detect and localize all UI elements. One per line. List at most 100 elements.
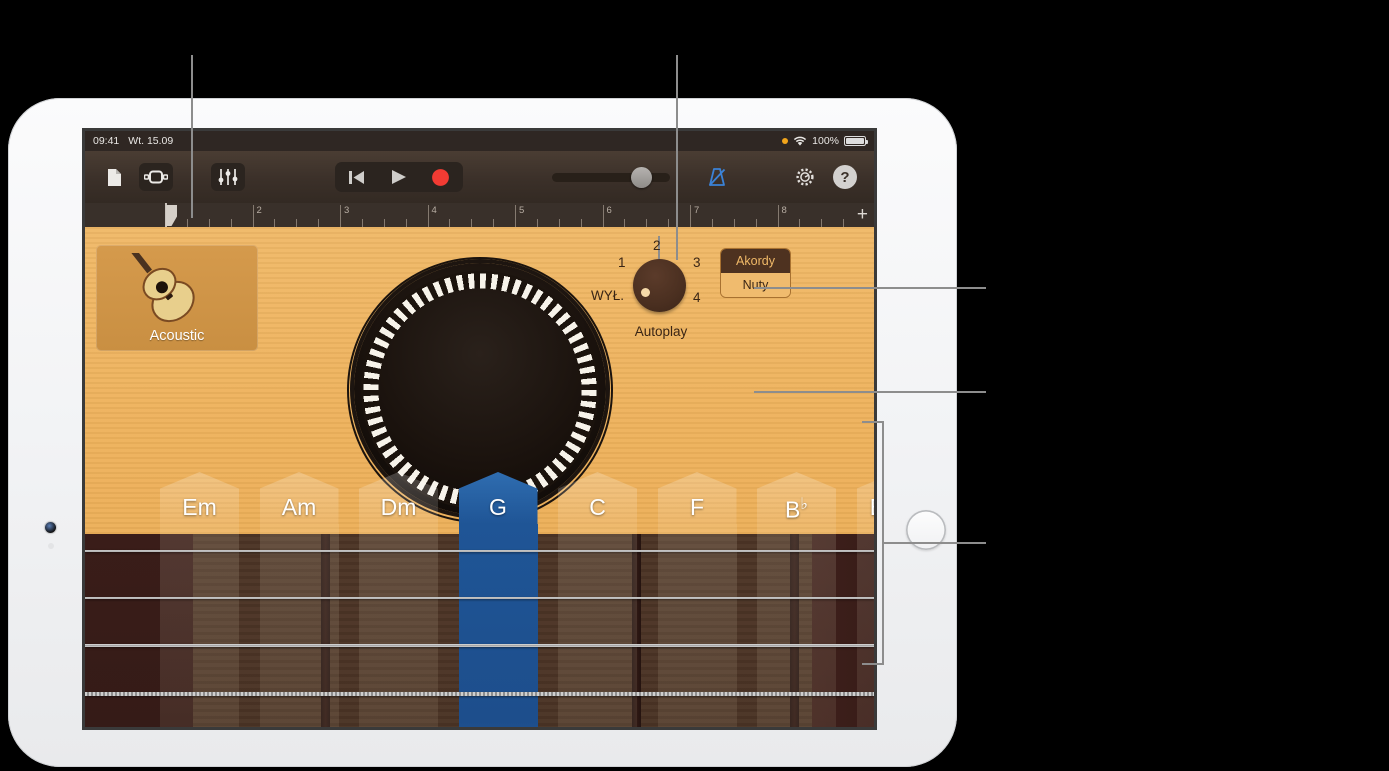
chord-label: G bbox=[489, 494, 507, 520]
document-icon[interactable] bbox=[97, 163, 131, 191]
help-label: ? bbox=[833, 165, 857, 189]
chord-strip-em[interactable]: Em bbox=[160, 472, 239, 727]
ruler-sub-tick bbox=[580, 219, 582, 227]
ruler-sub-tick bbox=[711, 219, 713, 227]
ruler-bar-line bbox=[690, 205, 691, 227]
ruler-bar-line bbox=[515, 205, 516, 227]
chord-strip-am[interactable]: Am bbox=[259, 472, 339, 727]
chord-accidental: ♭ bbox=[800, 496, 808, 513]
chord-strip-bb[interactable]: B♭ bbox=[757, 472, 836, 727]
ruler-sub-tick bbox=[383, 219, 385, 227]
ruler-sub-tick bbox=[668, 219, 670, 227]
ruler-sub-tick bbox=[230, 219, 232, 227]
chord-strip-body bbox=[757, 524, 836, 727]
chord-strip-c[interactable]: C bbox=[558, 472, 637, 727]
chord-strip-body bbox=[558, 524, 637, 727]
callout-bracket-top bbox=[862, 421, 884, 423]
front-camera-icon bbox=[45, 522, 56, 533]
ruler-number: 6 bbox=[606, 205, 612, 216]
chord-strip-body bbox=[657, 524, 737, 727]
chord-label: Am bbox=[281, 494, 317, 520]
ruler-sub-tick bbox=[186, 219, 188, 227]
ruler-sub-tick bbox=[471, 219, 473, 227]
ruler-bar-line bbox=[777, 205, 779, 227]
status-date: Wt. 15.09 bbox=[128, 135, 174, 147]
metronome-icon[interactable] bbox=[700, 163, 734, 191]
record-icon[interactable] bbox=[421, 164, 461, 190]
ruler-sub-tick bbox=[449, 219, 451, 227]
ipad-device: 09:41 Wt. 15.09 100% ? 2 3 4 5 6 7 8 + A… bbox=[8, 98, 957, 767]
master-volume-slider[interactable] bbox=[552, 166, 670, 188]
ruler-bar-line bbox=[252, 205, 254, 227]
ruler-number: 7 bbox=[694, 205, 700, 216]
chord-label: C bbox=[589, 494, 606, 520]
guitar-body: Acoustic 2 1 3 4 WYŁ. Autoplay Akordy Nu… bbox=[85, 227, 874, 727]
ambient-sensor-icon bbox=[48, 543, 54, 549]
callout-line-autoplay bbox=[676, 55, 678, 260]
add-section-button[interactable]: + bbox=[857, 205, 868, 224]
ruler-sub-tick bbox=[536, 219, 538, 227]
ruler-number: 2 bbox=[256, 205, 262, 216]
toolbar: ? bbox=[85, 151, 874, 203]
chord-label: Bdim bbox=[857, 494, 874, 521]
battery-icon bbox=[844, 136, 868, 146]
chord-label: F bbox=[689, 494, 705, 520]
cycle-marker-icon[interactable] bbox=[166, 205, 177, 226]
ruler-sub-tick bbox=[318, 219, 320, 227]
ruler-sub-tick bbox=[624, 219, 626, 227]
chord-strip-f[interactable]: F bbox=[657, 472, 737, 727]
chord-strip-body bbox=[160, 524, 239, 727]
track-view-icon[interactable] bbox=[139, 163, 173, 191]
chord-strip-dm[interactable]: Dm bbox=[359, 472, 438, 727]
callout-line-mode-switch bbox=[754, 287, 986, 289]
play-icon[interactable] bbox=[379, 164, 419, 190]
wifi-icon bbox=[793, 136, 807, 147]
guitar-string-1[interactable] bbox=[85, 550, 874, 552]
ruler-sub-tick bbox=[361, 219, 363, 227]
chord-strip-g[interactable]: G bbox=[458, 472, 538, 727]
ruler-bar-line bbox=[427, 205, 429, 227]
status-bar: 09:41 Wt. 15.09 100% bbox=[85, 131, 874, 151]
ruler-sub-tick bbox=[733, 219, 735, 227]
ruler-sub-tick bbox=[821, 219, 823, 227]
callout-line-chord-strips bbox=[754, 391, 986, 393]
chord-strip-body bbox=[458, 524, 538, 727]
ruler-sub-tick bbox=[274, 219, 276, 227]
ruler-bar-line bbox=[340, 205, 341, 227]
callout-bracket-bottom bbox=[862, 663, 884, 665]
ruler-number: 4 bbox=[431, 205, 437, 216]
guitar-string-3[interactable] bbox=[85, 644, 874, 647]
ruler-sub-tick bbox=[296, 219, 298, 227]
chord-label: Dm bbox=[380, 494, 417, 520]
ruler-sub-tick bbox=[405, 219, 407, 227]
ruler-sub-tick bbox=[493, 219, 495, 227]
ruler-sub-tick bbox=[799, 219, 801, 227]
callout-bracket-vertical bbox=[882, 421, 884, 665]
ipad-screen: 09:41 Wt. 15.09 100% ? 2 3 4 5 6 7 8 + A… bbox=[85, 131, 874, 727]
transport-controls bbox=[334, 162, 463, 192]
help-button[interactable]: ? bbox=[828, 163, 862, 191]
ruler-number: 8 bbox=[781, 205, 787, 216]
gear-icon[interactable] bbox=[788, 163, 822, 191]
mixer-faders-icon[interactable] bbox=[211, 163, 245, 191]
ruler-sub-tick bbox=[558, 219, 560, 227]
recording-indicator-icon bbox=[782, 138, 789, 144]
chord-strip-body bbox=[856, 524, 874, 727]
home-button[interactable] bbox=[906, 510, 946, 550]
callout-line-fretboard bbox=[884, 542, 986, 544]
callout-line-instrument bbox=[191, 55, 193, 218]
guitar-string-4[interactable] bbox=[85, 692, 874, 696]
chord-strips: Em Am Dm G C F B♭ Bdim bbox=[85, 227, 874, 727]
chord-label: Em bbox=[182, 494, 217, 520]
status-time: 09:41 bbox=[93, 135, 120, 147]
ruler-bar-line bbox=[602, 205, 604, 227]
ruler-sub-tick bbox=[646, 219, 648, 227]
rewind-to-start-icon[interactable] bbox=[337, 164, 377, 190]
chord-strip-bdim[interactable]: Bdim bbox=[856, 472, 874, 727]
timeline-ruler[interactable]: 12345678 + bbox=[85, 203, 874, 227]
ruler-sub-tick bbox=[843, 219, 845, 227]
guitar-string-2[interactable] bbox=[85, 597, 874, 599]
volume-slider-knob[interactable] bbox=[631, 166, 652, 188]
ruler-sub-tick bbox=[208, 219, 210, 227]
ruler-sub-tick bbox=[755, 219, 757, 227]
